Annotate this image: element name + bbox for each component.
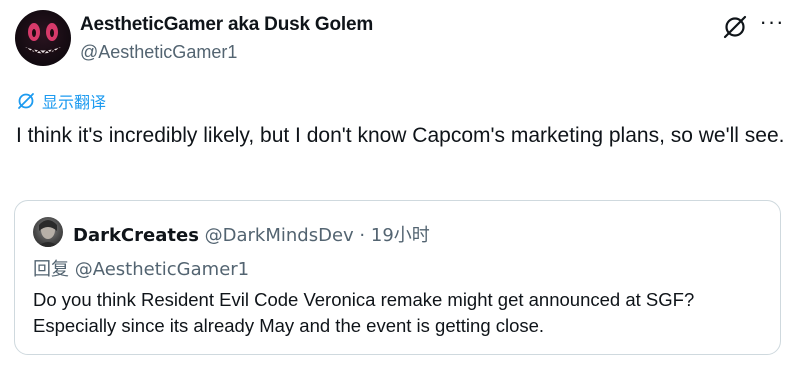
header-separator: · <box>359 225 366 246</box>
more-options-button[interactable]: ··· <box>757 10 787 40</box>
grok-button[interactable] <box>721 13 749 41</box>
quoted-post[interactable]: DarkCreates @DarkMindsDev · 19小时 回复 @Aes… <box>14 200 781 355</box>
post-text: I think it's incredibly likely, but I do… <box>16 124 785 147</box>
replying-to-label: 回复 <box>33 259 69 280</box>
quoted-post-text: Do you think Resident Evil Code Veronica… <box>33 289 695 336</box>
grok-slash-circle-icon <box>723 15 747 39</box>
show-translation-link[interactable]: 显示翻译 <box>16 90 106 112</box>
avatar-face-icon <box>25 23 61 55</box>
quoted-avatar-icon <box>37 220 59 247</box>
quoted-author-avatar[interactable] <box>33 217 63 247</box>
quoted-post-time[interactable]: 19小时 <box>371 225 430 246</box>
translate-globe-icon <box>18 93 34 109</box>
quoted-author-name[interactable]: DarkCreates <box>73 225 199 246</box>
show-translation-label: 显示翻译 <box>42 93 107 112</box>
replying-to-line: 回复 @AestheticGamer1 <box>33 255 249 281</box>
author-handle[interactable]: @AestheticGamer1 <box>80 42 237 63</box>
author-name[interactable]: AestheticGamer aka Dusk Golem <box>80 14 373 36</box>
author-avatar[interactable] <box>15 10 71 66</box>
quoted-post-header: DarkCreates @DarkMindsDev · 19小时 <box>73 221 430 247</box>
quoted-author-handle[interactable]: @DarkMindsDev <box>205 225 354 246</box>
replying-to-handle[interactable]: @AestheticGamer1 <box>75 259 249 280</box>
